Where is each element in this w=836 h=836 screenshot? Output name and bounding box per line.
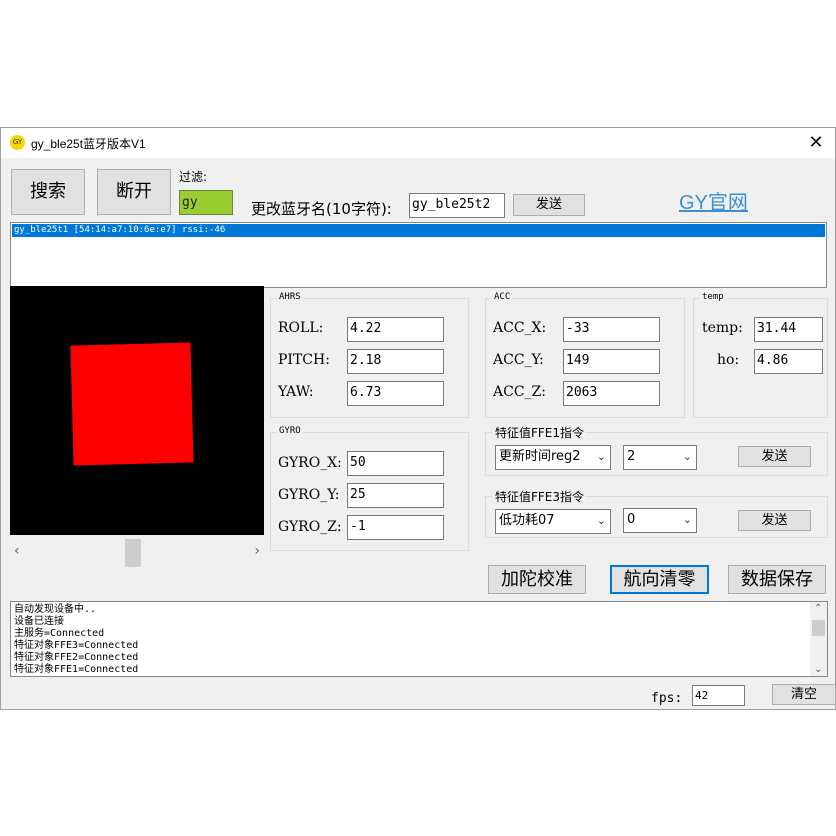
- scroll-down-icon[interactable]: ⌄: [814, 664, 822, 675]
- official-site-link[interactable]: GY官网: [679, 186, 748, 215]
- main-window: GY gy_ble25t蓝牙版本V1 ✕ 搜索 断开 过滤: gy 更改蓝牙名(…: [0, 127, 836, 710]
- close-icon[interactable]: ✕: [801, 130, 831, 156]
- orientation-cube: [70, 342, 194, 466]
- ffe3-mode-value: 低功耗07: [499, 513, 555, 528]
- acc-z-label: ACC_Z:: [493, 384, 546, 400]
- log-line: 特征对象FFE3=Connected: [14, 640, 139, 651]
- acc-title: ACC: [492, 292, 513, 302]
- yaw-label: YAW:: [278, 384, 314, 400]
- window-title: gy_ble25t蓝牙版本V1: [31, 137, 146, 151]
- search-button[interactable]: 搜索: [11, 169, 85, 215]
- acc-y-field[interactable]: 149: [563, 349, 660, 374]
- fps-field[interactable]: 42: [692, 685, 745, 706]
- gyro-title: GYRO: [277, 426, 303, 436]
- ho-label: ho:: [717, 352, 740, 368]
- filter-label: 过滤:: [179, 170, 208, 184]
- chevron-down-icon: ⌄: [682, 513, 692, 526]
- log-line: 特征对象FFE2=Connected: [14, 652, 139, 663]
- pitch-label: PITCH:: [278, 352, 330, 368]
- log-line: 主服务=Connected: [14, 628, 105, 639]
- ffe3-number-value: 0: [627, 512, 636, 527]
- rename-send-button[interactable]: 发送: [513, 194, 585, 216]
- chevron-down-icon: ⌄: [682, 450, 692, 463]
- log-line: 设备已连接: [14, 616, 64, 627]
- ho-field[interactable]: 4.86: [754, 349, 823, 374]
- fps-label: fps:: [651, 691, 683, 706]
- ffe1-mode-value: 更新时间reg2: [499, 449, 581, 464]
- acc-x-field[interactable]: -33: [563, 317, 660, 342]
- log-line: 特征对象FFE1=Connected: [14, 664, 139, 675]
- ahrs-title: AHRS: [277, 292, 303, 302]
- roll-field[interactable]: 4.22: [347, 317, 444, 342]
- chevron-down-icon: ⌄: [596, 450, 606, 463]
- scrollbar-thumb[interactable]: [125, 539, 141, 567]
- pitch-field[interactable]: 2.18: [347, 349, 444, 374]
- clear-button[interactable]: 清空: [772, 684, 836, 705]
- gyro-y-label: GYRO_Y:: [278, 487, 340, 503]
- rename-input[interactable]: gy_ble25t2: [409, 193, 505, 218]
- viewport-scrollbar[interactable]: ‹ ›: [10, 539, 264, 569]
- log-line: 自动发现设备中..: [14, 604, 97, 615]
- app-logo-icon: GY: [10, 135, 25, 150]
- orientation-viewport: [10, 286, 264, 535]
- scroll-left-icon[interactable]: ‹: [14, 543, 20, 559]
- data-save-button[interactable]: 数据保存: [728, 565, 826, 594]
- gyro-x-field[interactable]: 50: [347, 451, 444, 476]
- ffe3-mode-select[interactable]: 低功耗07 ⌄: [495, 509, 611, 534]
- ffe3-send-button[interactable]: 发送: [738, 510, 811, 531]
- ffe1-title: 特征值FFE1指令: [493, 424, 587, 441]
- gyro-calibrate-button[interactable]: 加陀校准: [488, 565, 586, 594]
- ffe3-number-select[interactable]: 0 ⌄: [623, 508, 697, 533]
- ffe1-mode-select[interactable]: 更新时间reg2 ⌄: [495, 445, 611, 470]
- acc-z-field[interactable]: 2063: [563, 381, 660, 406]
- ffe3-title: 特征值FFE3指令: [493, 488, 587, 505]
- yaw-field[interactable]: 6.73: [347, 381, 444, 406]
- title-bar: GY gy_ble25t蓝牙版本V1 ✕: [1, 128, 835, 158]
- roll-label: ROLL:: [278, 320, 324, 336]
- scroll-up-icon[interactable]: ⌃: [814, 603, 822, 614]
- chevron-down-icon: ⌄: [596, 514, 606, 527]
- gyro-y-field[interactable]: 25: [347, 483, 444, 508]
- log-lines: 自动发现设备中.. 设备已连接 主服务=Connected 特征对象FFE3=C…: [14, 604, 138, 676]
- scrollbar-thumb[interactable]: [812, 620, 825, 636]
- device-list[interactable]: gy_ble25t1 [54:14:a7:10:6e:e7] rssi:-46: [10, 222, 827, 288]
- scroll-right-icon[interactable]: ›: [254, 543, 260, 559]
- ffe1-number-select[interactable]: 2 ⌄: [623, 445, 697, 470]
- heading-zero-button[interactable]: 航向清零: [610, 565, 709, 594]
- temp-field[interactable]: 31.44: [754, 317, 823, 342]
- rename-label: 更改蓝牙名(10字符):: [251, 200, 392, 218]
- ffe1-send-button[interactable]: 发送: [738, 446, 811, 467]
- acc-y-label: ACC_Y:: [493, 352, 544, 368]
- acc-x-label: ACC_X:: [493, 320, 547, 336]
- filter-input[interactable]: gy: [179, 190, 233, 215]
- log-scrollbar[interactable]: ⌃ ⌄: [810, 602, 827, 676]
- temp-label: temp:: [702, 320, 743, 336]
- disconnect-button[interactable]: 断开: [97, 169, 171, 215]
- gyro-x-label: GYRO_X:: [278, 455, 342, 471]
- gyro-z-label: GYRO_Z:: [278, 519, 342, 535]
- temp-title: temp: [700, 292, 726, 302]
- list-item[interactable]: gy_ble25t1 [54:14:a7:10:6e:e7] rssi:-46: [12, 224, 825, 237]
- log-output[interactable]: 自动发现设备中.. 设备已连接 主服务=Connected 特征对象FFE3=C…: [10, 601, 828, 677]
- gyro-z-field[interactable]: -1: [347, 515, 444, 540]
- ffe1-number-value: 2: [627, 449, 636, 464]
